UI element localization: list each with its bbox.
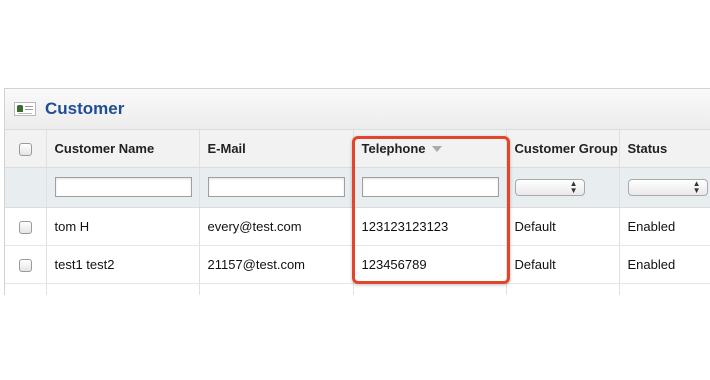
select-all-checkbox[interactable] (18, 142, 32, 156)
column-header-name[interactable]: Customer Name (46, 130, 200, 168)
cell-email: 21157@test.com (199, 245, 354, 284)
cell-status: Enabled (619, 207, 710, 246)
row-select-cell (5, 207, 47, 246)
table-row-partial (5, 283, 710, 295)
header-row: Customer Name E-Mail Telephone Customer … (5, 130, 710, 168)
filter-name-input[interactable] (54, 177, 192, 197)
filter-email-cell (199, 167, 354, 208)
sort-desc-icon (431, 146, 442, 153)
row-checkbox[interactable] (18, 258, 32, 272)
cell-customer-group: Default (506, 207, 620, 246)
filter-empty-cell (5, 167, 47, 208)
cell-status: Enabled (619, 245, 710, 284)
select-updown-icon: ▲ ▼ (692, 178, 701, 195)
filter-customer-group-select[interactable]: ▲ ▼ (514, 178, 585, 196)
column-header-telephone-label: Telephone (361, 140, 426, 156)
column-header-customer-group[interactable]: Customer Group (506, 130, 620, 168)
cell-telephone: 123456789 (353, 245, 507, 284)
filter-group-cell: ▲ ▼ (506, 167, 620, 208)
filter-name-cell (46, 167, 200, 208)
table-row[interactable]: tom H every@test.com 123123123123 Defaul… (5, 207, 710, 246)
panel-title: Customer (45, 99, 125, 118)
filter-email-input[interactable] (207, 177, 345, 197)
column-header-telephone[interactable]: Telephone (353, 130, 507, 168)
filter-status-select[interactable]: ▲ ▼ (627, 178, 708, 196)
select-updown-icon: ▲ ▼ (569, 178, 578, 195)
cell-customer-name: test1 test2 (46, 245, 200, 284)
row-select-cell (5, 245, 47, 284)
column-header-email[interactable]: E-Mail (199, 130, 354, 168)
panel-header: Customer (5, 89, 710, 130)
customer-card-icon (14, 102, 36, 116)
filter-telephone-input[interactable] (361, 177, 499, 197)
column-header-status[interactable]: Status (619, 130, 710, 168)
filter-status-cell: ▲ ▼ (619, 167, 710, 208)
customer-grid: Customer Name E-Mail Telephone Customer … (5, 130, 710, 295)
cell-telephone: 123123123123 (353, 207, 507, 246)
filter-telephone-cell (353, 167, 507, 208)
table-row[interactable]: test1 test2 21157@test.com 123456789 Def… (5, 245, 710, 284)
cell-customer-group: Default (506, 245, 620, 284)
filter-row: ▲ ▼ ▲ ▼ (5, 167, 710, 208)
row-checkbox[interactable] (18, 220, 32, 234)
customer-panel: Customer Customer Name E-Mail Telephone … (4, 88, 710, 295)
cell-customer-name: tom H (46, 207, 200, 246)
cell-email: every@test.com (199, 207, 354, 246)
select-all-cell (5, 130, 47, 168)
